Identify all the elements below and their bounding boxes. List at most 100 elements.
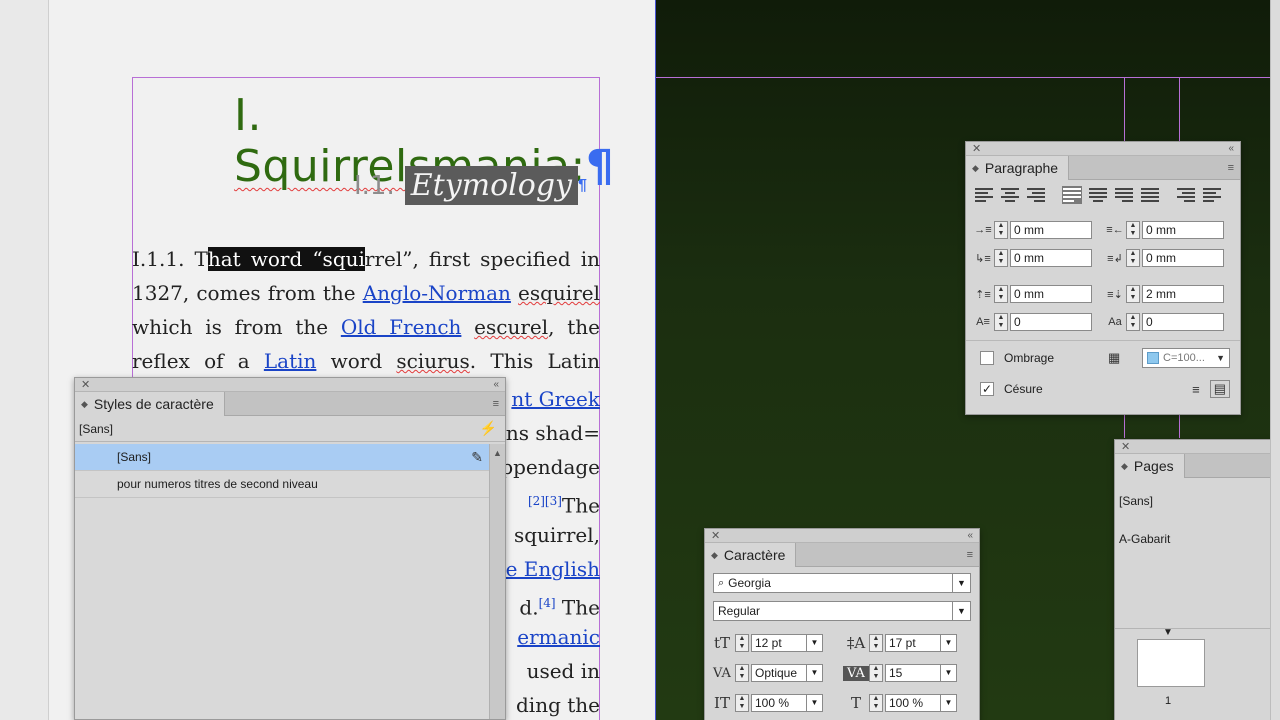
current-style-label: [Sans] — [79, 422, 114, 436]
master-a[interactable]: A-Gabarit — [1115, 520, 1280, 558]
collapse-icon[interactable]: « — [967, 529, 973, 543]
window-scrollbar[interactable] — [1270, 0, 1280, 720]
hyphenation-checkbox[interactable]: ✓ — [980, 382, 994, 396]
stepper[interactable]: ▲ ▼ — [869, 634, 883, 652]
baseline-grid-on-icon[interactable]: ▤ — [1209, 380, 1230, 398]
column-guide — [655, 0, 656, 720]
kerning-icon: VA — [713, 665, 731, 681]
stepper[interactable]: ▲ ▼ — [994, 221, 1008, 239]
first-line-indent-icon: ↳≡ — [975, 252, 991, 265]
heading1-number: I. — [234, 90, 262, 141]
left-indent-field[interactable]: 0 mm — [1010, 221, 1092, 239]
leading-field[interactable]: 17 pt ▼ — [885, 634, 957, 652]
stepper[interactable]: ▲ ▼ — [1126, 313, 1140, 331]
tab-pages[interactable]: ◆ Pages — [1115, 454, 1185, 478]
horizontal-scale-field[interactable]: 100 % ▼ — [885, 694, 957, 712]
panel-grip[interactable]: ✕ — [1115, 440, 1280, 454]
stepper[interactable]: ▲ ▼ — [1126, 285, 1140, 303]
right-indent-field[interactable]: 0 mm — [1142, 221, 1224, 239]
first-line-indent-field[interactable]: 0 mm — [1010, 249, 1092, 267]
collapse-icon[interactable]: « — [1228, 142, 1234, 156]
right-indent-icon: ≡← — [1106, 224, 1124, 236]
justify-all-icon[interactable] — [1140, 186, 1160, 204]
vertical-scale-icon: IT — [714, 694, 730, 712]
shading-checkbox[interactable] — [980, 350, 994, 365]
align-center-icon[interactable] — [1000, 186, 1020, 204]
align-right-icon[interactable] — [1026, 186, 1046, 204]
shading-color-select[interactable]: C=100... ▼ — [1142, 347, 1230, 368]
tracking-field[interactable]: 15 ▼ — [885, 664, 957, 682]
baseline-grid-off-icon[interactable]: ≡ — [1192, 382, 1200, 397]
panel-menu-icon[interactable]: ≡ — [493, 398, 499, 410]
list-item[interactable]: [Sans] ✎ — [75, 444, 491, 471]
text-line: 1327, comes from the Anglo-Norman esquir… — [132, 281, 600, 305]
stepper[interactable]: ▲ ▼ — [869, 694, 883, 712]
scrollbar[interactable]: ▲ — [489, 444, 505, 719]
close-icon[interactable]: ✕ — [972, 142, 981, 156]
panel-grip[interactable]: ✕ « — [966, 142, 1240, 156]
chevron-updown-icon: ◆ — [972, 162, 979, 173]
character-styles-panel[interactable]: ✕ « ◆ Styles de caractère ≡ [Sans] ⚡ [Sans… — [74, 377, 506, 720]
space-after-icon: ≡⇣ — [1107, 288, 1123, 301]
master-none[interactable]: [Sans] — [1115, 482, 1280, 520]
left-indent-icon: →≡ — [974, 224, 992, 236]
space-before-icon: ⇡≡ — [975, 288, 991, 301]
font-family-select[interactable]: ⌕ Georgia ▼ — [713, 573, 971, 593]
heading-level-2[interactable]: I.1. Etymology ¶ — [354, 166, 587, 205]
font-style-select[interactable]: Regular ▼ — [713, 601, 971, 621]
close-icon[interactable]: ✕ — [711, 529, 720, 543]
justify-right-icon[interactable] — [1114, 186, 1134, 204]
grid-icon[interactable]: ▦ — [1108, 350, 1120, 366]
hyphenation-row: ✓ Césure ≡ ▤ — [966, 374, 1240, 404]
space-after-field[interactable]: 2 mm — [1142, 285, 1224, 303]
dropcap-chars-field[interactable]: 0 — [1142, 313, 1224, 331]
align-towards-spine-icon[interactable] — [1176, 186, 1196, 204]
pages-panel[interactable]: ✕ ◆ Pages [Sans] A-Gabarit ▼ 1 — [1114, 439, 1280, 720]
list-item[interactable]: pour numeros titres de second niveau — [75, 471, 491, 498]
stepper[interactable]: ▲ ▼ — [735, 664, 749, 682]
close-icon[interactable]: ✕ — [81, 378, 90, 392]
stepper[interactable]: ▲ ▼ — [735, 694, 749, 712]
close-icon[interactable]: ✕ — [1121, 440, 1130, 454]
page-thumbnail[interactable] — [1137, 639, 1205, 687]
hyperlink-latin[interactable]: Latin — [264, 349, 317, 373]
tab-character[interactable]: ◆ Caractère — [705, 543, 797, 567]
panel-menu-icon[interactable]: ≡ — [967, 549, 973, 561]
lightning-icon[interactable]: ⚡ — [480, 420, 497, 437]
style-list: [Sans] ✎ pour numeros titres de second n… — [75, 444, 491, 719]
character-panel[interactable]: ✕ « ◆ Caractère ≡ ⌕ Georgia ▼ Regular ▼ tT ▲ ▼ 1… — [704, 528, 980, 720]
override-clear-icon[interactable]: ✎ — [471, 449, 483, 466]
hyperlink-anglo-norman[interactable]: Anglo-Norman — [363, 281, 511, 305]
panel-grip[interactable]: ✕ « — [705, 529, 979, 543]
justify-center-icon[interactable] — [1088, 186, 1108, 204]
stepper[interactable]: ▲ ▼ — [869, 664, 883, 682]
space-before-field[interactable]: 0 mm — [1010, 285, 1092, 303]
panel-menu-icon[interactable]: ≡ — [1228, 162, 1234, 174]
align-left-icon[interactable] — [974, 186, 994, 204]
scroll-up-icon[interactable]: ▲ — [490, 448, 505, 458]
paragraph-panel[interactable]: ✕ « ◆ Paragraphe ≡ →≡ ▲ ▼ 0 mm ≡← ▲ ▼ 0 mm ↳≡ ▲ ▼ 0… — [965, 141, 1241, 415]
vertical-scale-field[interactable]: 100 % ▼ — [751, 694, 823, 712]
tab-paragraph[interactable]: ◆ Paragraphe — [966, 156, 1070, 180]
kerning-field[interactable]: Optique ▼ — [751, 664, 823, 682]
stepper[interactable]: ▲ ▼ — [994, 249, 1008, 267]
dropcap-lines-field[interactable]: 0 — [1010, 313, 1092, 331]
stepper[interactable]: ▲ ▼ — [994, 285, 1008, 303]
stepper[interactable]: ▲ ▼ — [1126, 221, 1140, 239]
align-away-spine-icon[interactable] — [1202, 186, 1222, 204]
pilcrow-icon: ¶ — [585, 141, 615, 192]
hyperlink-old-french[interactable]: Old French — [341, 315, 462, 339]
text-line: which is from the Old French escurel, th… — [132, 315, 600, 339]
swatch-icon — [1147, 351, 1159, 364]
stepper[interactable]: ▲ ▼ — [735, 634, 749, 652]
stepper[interactable]: ▲ ▼ — [994, 313, 1008, 331]
chevron-updown-icon: ◆ — [1121, 460, 1128, 471]
stepper[interactable]: ▲ ▼ — [1126, 249, 1140, 267]
tab-character-styles[interactable]: ◆ Styles de caractère — [75, 392, 225, 416]
body-paragraph[interactable]: I.1.1. That word “squirrel”, first speci… — [132, 242, 600, 378]
justify-left-icon[interactable] — [1062, 186, 1082, 204]
panel-grip[interactable]: ✕ « — [75, 378, 505, 392]
collapse-icon[interactable]: « — [493, 378, 499, 392]
last-line-indent-field[interactable]: 0 mm — [1142, 249, 1224, 267]
font-size-field[interactable]: 12 pt ▼ — [751, 634, 823, 652]
